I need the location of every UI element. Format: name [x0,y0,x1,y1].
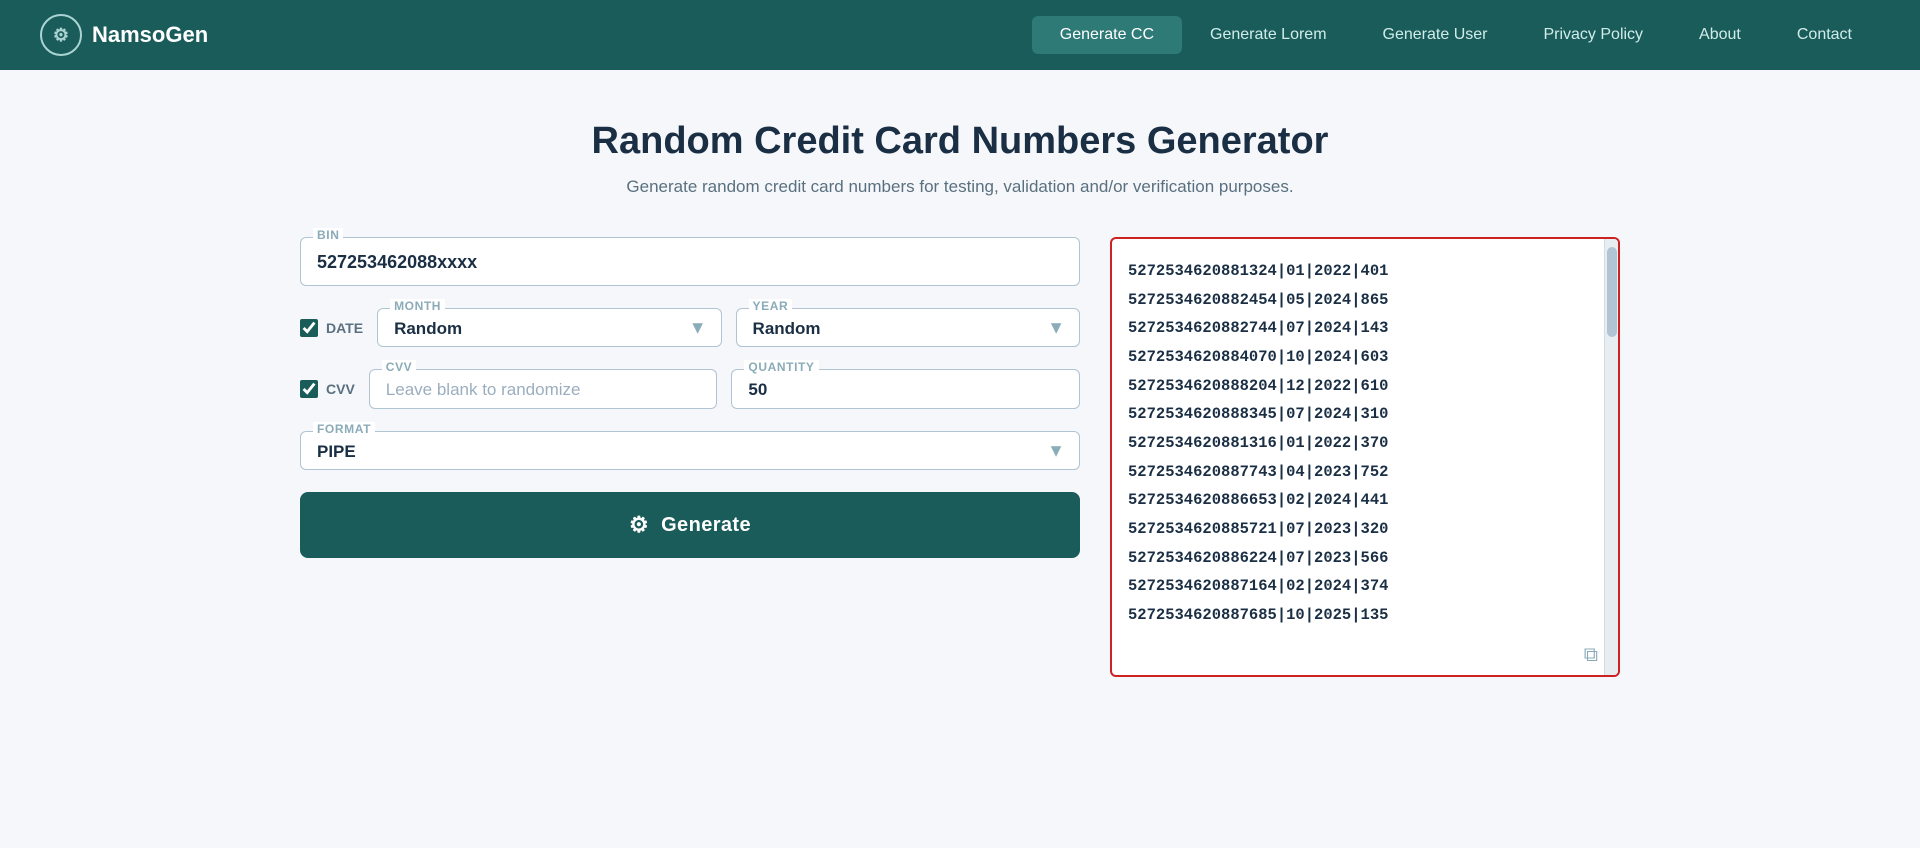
month-label: MONTH [390,299,445,313]
result-entry: 5272534620882744|07|2024|143 [1128,314,1602,343]
date-checkbox-label[interactable]: DATE [300,319,363,337]
quantity-input[interactable] [748,376,1063,402]
main-grid: BIN DATE MONTH Random 010203 040506 [300,237,1620,677]
result-entry: 5272534620887685|10|2025|135 [1128,601,1602,630]
nav-about[interactable]: About [1671,16,1769,54]
result-panel: RESULT 5272534620881324|01|2022|40152725… [1110,237,1620,677]
cvv-checkbox-label[interactable]: CVV [300,380,355,398]
left-panel: BIN DATE MONTH Random 010203 040506 [300,237,1080,558]
copy-icon-button[interactable]: ⧉ [1584,644,1598,667]
result-entry: 5272534620884070|10|2024|603 [1128,343,1602,372]
year-label: YEAR [749,299,793,313]
month-select-group: MONTH Random 010203 040506 070809 101112… [377,308,721,347]
format-select-group: FORMAT PIPE CSV JSON CUSTOM ▼ [300,431,1080,470]
result-entry: 5272534620885721|07|2023|320 [1128,515,1602,544]
result-entry: 5272534620882454|05|2024|865 [1128,286,1602,315]
result-entry: 5272534620881324|01|2022|401 [1128,257,1602,286]
year-select-group: YEAR Random 202220232024 202520262027 20… [736,308,1080,347]
quantity-input-group: QUANTITY [731,369,1080,409]
date-row: DATE MONTH Random 010203 040506 070809 1… [300,308,1080,347]
page-title: Random Credit Card Numbers Generator [300,120,1620,163]
nav-contact[interactable]: Contact [1769,16,1880,54]
format-chevron-icon: ▼ [1047,440,1065,461]
result-entry: 5272534620887743|04|2023|752 [1128,458,1602,487]
gear-icon: ⚙ [629,512,649,538]
year-select[interactable]: Random 202220232024 202520262027 2028202… [753,315,1035,340]
date-inline-fields: MONTH Random 010203 040506 070809 101112… [377,308,1080,347]
format-label: FORMAT [313,422,375,436]
result-list: 5272534620881324|01|2022|401527253462088… [1128,253,1602,630]
date-checkbox[interactable] [300,319,318,337]
nav-generate-user[interactable]: Generate User [1355,16,1516,54]
result-label: RESULT [1126,237,1192,242]
result-entry: 5272534620881316|01|2022|370 [1128,429,1602,458]
year-chevron-icon: ▼ [1047,317,1065,338]
cvv-inline-fields: CVV QUANTITY [369,369,1080,409]
result-scrollbar[interactable] [1604,239,1618,675]
month-chevron-icon: ▼ [689,317,707,338]
bin-input[interactable] [317,246,1063,275]
result-entry: 5272534620886653|02|2024|441 [1128,486,1602,515]
scrollbar-thumb [1607,247,1617,337]
bin-label: BIN [313,228,343,242]
navbar: ⚙ NamsoGen Generate CC Generate Lorem Ge… [0,0,1920,70]
cvv-input[interactable] [386,376,701,402]
result-entry: 5272534620888345|07|2024|310 [1128,400,1602,429]
page-content: Random Credit Card Numbers Generator Gen… [260,70,1660,717]
nav-generate-cc[interactable]: Generate CC [1032,16,1182,54]
logo-icon: ⚙ [40,14,82,56]
page-subtitle: Generate random credit card numbers for … [300,177,1620,197]
nav-generate-lorem[interactable]: Generate Lorem [1182,16,1355,54]
result-entry: 5272534620888204|12|2022|610 [1128,372,1602,401]
bin-field-group: BIN [300,237,1080,286]
generate-button[interactable]: ⚙ Generate [300,492,1080,558]
logo-link[interactable]: ⚙ NamsoGen [40,14,208,56]
nav-privacy-policy[interactable]: Privacy Policy [1515,16,1671,54]
nav-links: Generate CC Generate Lorem Generate User… [1032,16,1880,54]
month-select[interactable]: Random 010203 040506 070809 101112 [394,315,676,340]
quantity-label: QUANTITY [744,360,818,374]
cvv-input-group: CVV [369,369,718,409]
logo-text: NamsoGen [92,22,208,48]
cvv-row: CVV CVV QUANTITY [300,369,1080,409]
result-entry: 5272534620886224|07|2023|566 [1128,544,1602,573]
format-select[interactable]: PIPE CSV JSON CUSTOM [317,438,1035,463]
result-entry: 5272534620887164|02|2024|374 [1128,572,1602,601]
cvv-checkbox[interactable] [300,380,318,398]
cvv-label: CVV [382,360,416,374]
generate-button-label: Generate [661,514,751,537]
